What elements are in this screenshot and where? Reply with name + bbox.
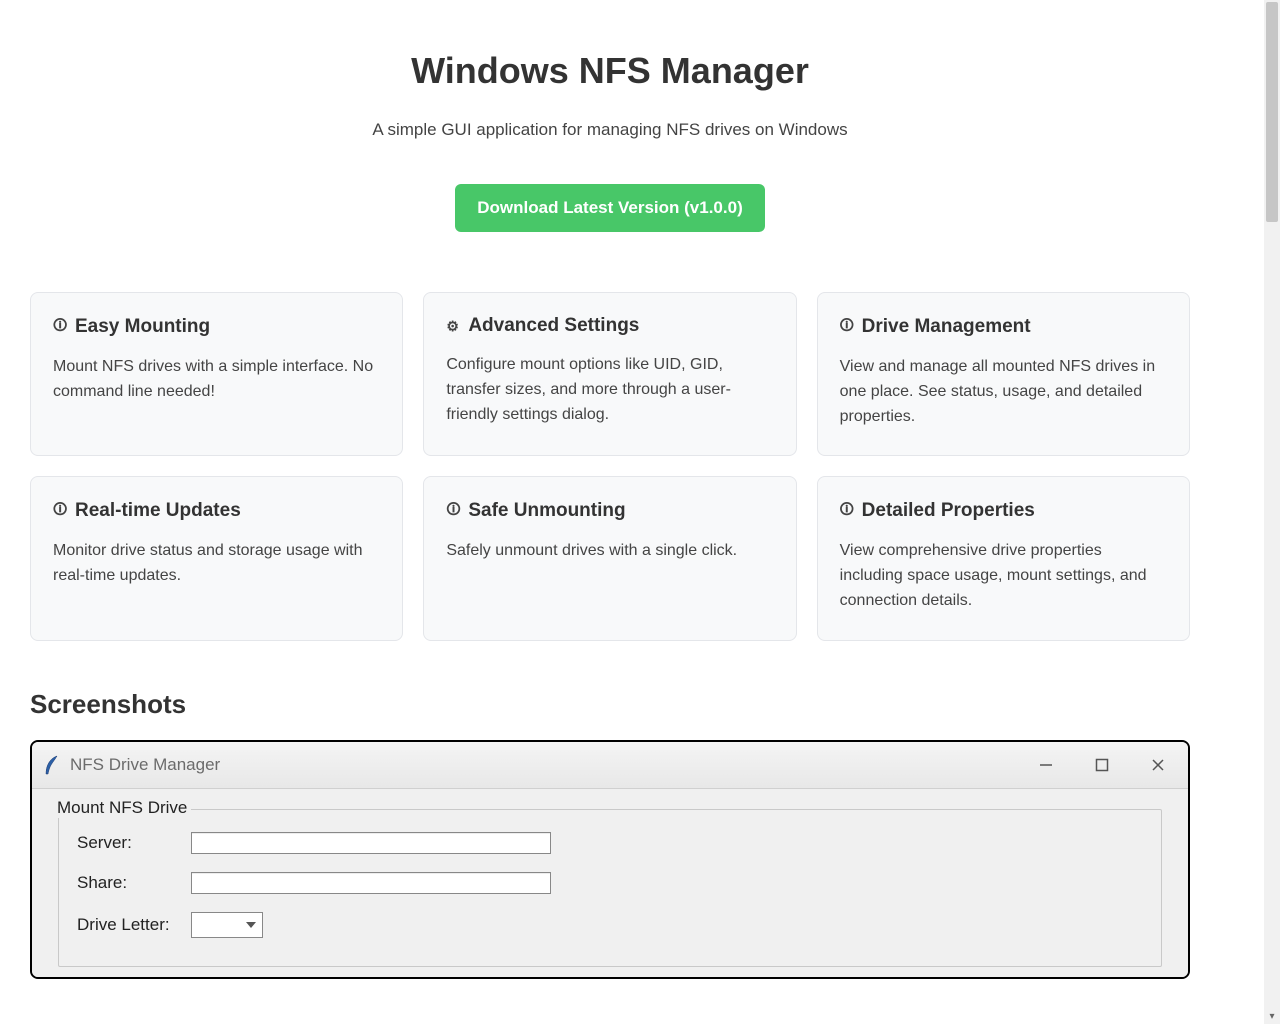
server-label: Server:: [77, 833, 177, 853]
info-icon: 🛈: [446, 499, 462, 523]
screenshots-heading: Screenshots: [30, 689, 1190, 720]
feature-advanced-settings: ⚙ Advanced Settings Configure mount opti…: [423, 292, 796, 456]
feature-title: Detailed Properties: [862, 500, 1035, 522]
share-label: Share:: [77, 873, 177, 893]
feature-desc: Monitor drive status and storage usage w…: [53, 539, 380, 589]
feature-drive-management: 🛈 Drive Management View and manage all m…: [817, 292, 1190, 456]
info-icon: 🛈: [53, 499, 69, 523]
feature-title: Advanced Settings: [468, 315, 639, 337]
gear-icon: ⚙: [446, 318, 462, 335]
feature-safe-unmounting: 🛈 Safe Unmounting Safely unmount drives …: [423, 476, 796, 640]
titlebar: NFS Drive Manager: [32, 742, 1188, 789]
info-icon: 🛈: [840, 315, 856, 339]
drive-letter-label: Drive Letter:: [77, 915, 177, 935]
feature-title: Real-time Updates: [75, 500, 241, 522]
features-grid: 🛈 Easy Mounting Mount NFS drives with a …: [30, 292, 1190, 641]
feature-title: Easy Mounting: [75, 316, 210, 338]
mount-fieldset: Mount NFS Drive Server: Share: Drive Let…: [58, 809, 1162, 967]
screenshot-window: NFS Drive Manager Mount NFS Drive Server…: [30, 740, 1190, 979]
info-icon: 🛈: [53, 315, 69, 339]
maximize-icon[interactable]: [1088, 753, 1116, 777]
feature-detailed-properties: 🛈 Detailed Properties View comprehensive…: [817, 476, 1190, 640]
page-subtitle: A simple GUI application for managing NF…: [30, 120, 1190, 140]
feature-title: Drive Management: [862, 316, 1031, 338]
scrollbar-thumb[interactable]: [1266, 2, 1278, 222]
info-icon: 🛈: [840, 499, 856, 523]
scroll-down-icon[interactable]: ▾: [1264, 1008, 1280, 1024]
server-input[interactable]: [191, 832, 551, 854]
feature-desc: View and manage all mounted NFS drives i…: [840, 355, 1167, 429]
close-icon[interactable]: [1144, 753, 1172, 777]
minimize-icon[interactable]: [1032, 753, 1060, 777]
feature-title: Safe Unmounting: [468, 500, 625, 522]
feature-desc: Mount NFS drives with a simple interface…: [53, 355, 380, 405]
share-input[interactable]: [191, 872, 551, 894]
feature-realtime-updates: 🛈 Real-time Updates Monitor drive status…: [30, 476, 403, 640]
feature-desc: View comprehensive drive properties incl…: [840, 539, 1167, 613]
app-feather-icon: [42, 752, 60, 778]
window-title: NFS Drive Manager: [70, 755, 1022, 775]
scrollbar[interactable]: ▾: [1264, 0, 1280, 1024]
feature-desc: Safely unmount drives with a single clic…: [446, 539, 773, 564]
download-button[interactable]: Download Latest Version (v1.0.0): [455, 184, 764, 232]
feature-desc: Configure mount options like UID, GID, t…: [446, 353, 773, 427]
fieldset-legend: Mount NFS Drive: [53, 798, 191, 818]
page-title: Windows NFS Manager: [30, 50, 1190, 92]
feature-easy-mounting: 🛈 Easy Mounting Mount NFS drives with a …: [30, 292, 403, 456]
drive-letter-select[interactable]: [191, 912, 263, 938]
